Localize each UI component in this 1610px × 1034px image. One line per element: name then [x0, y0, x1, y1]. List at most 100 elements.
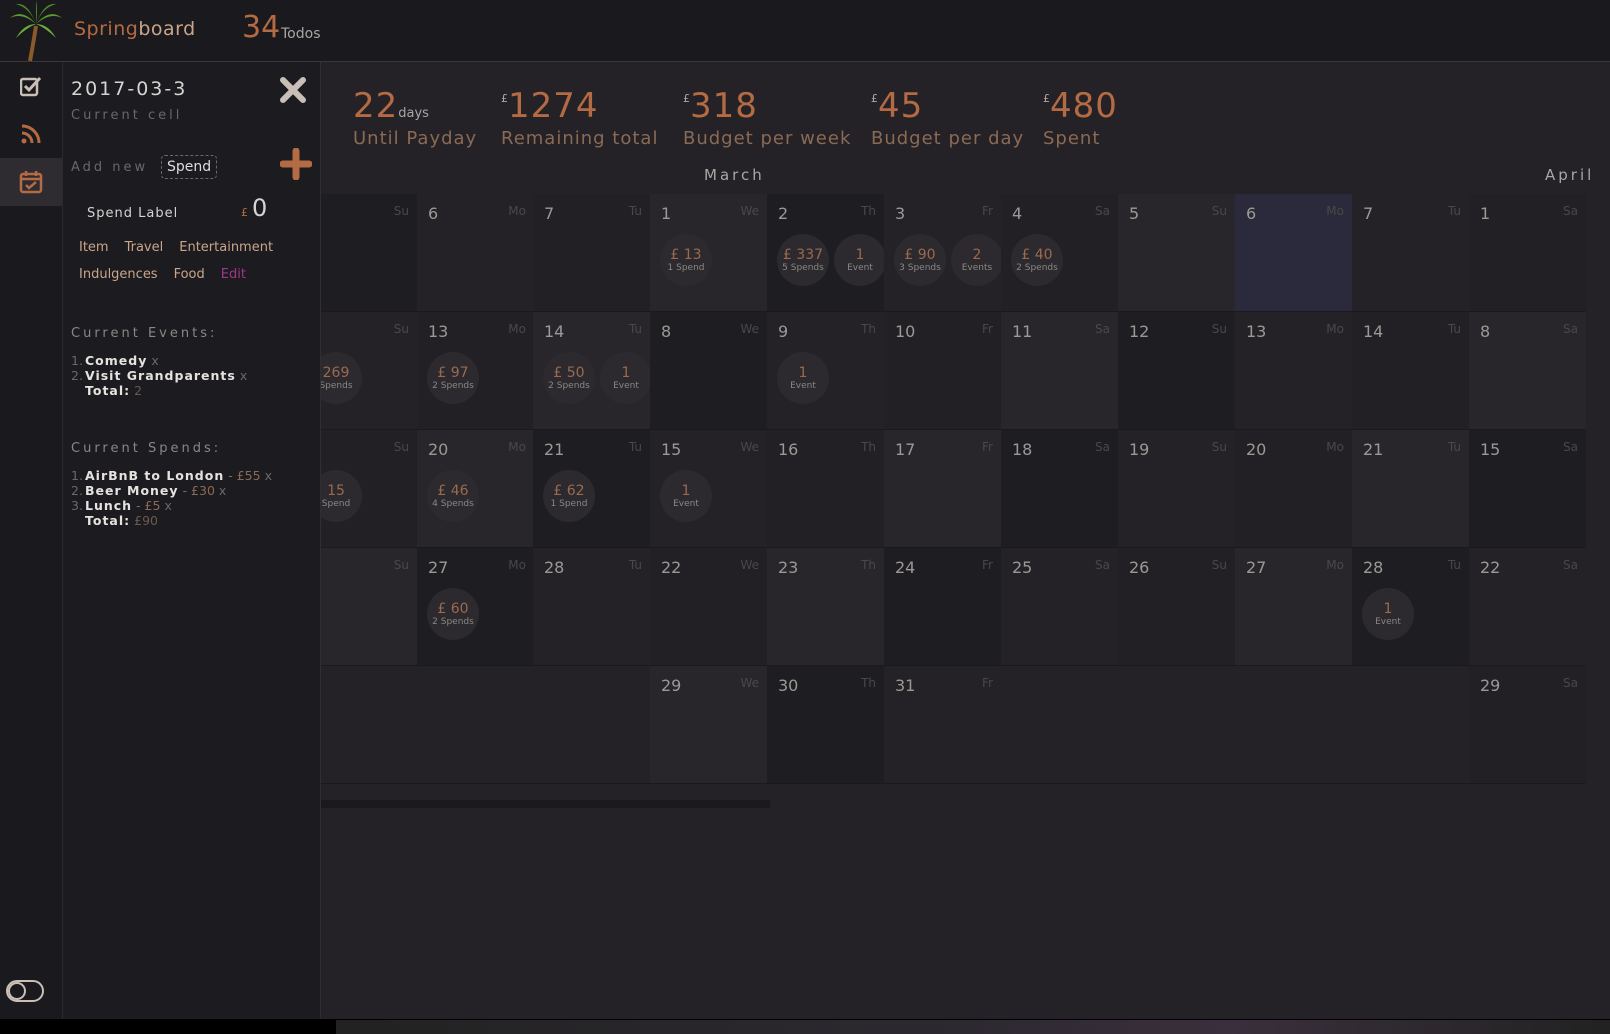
calendar-cell[interactable]: 26 Su	[1118, 548, 1235, 666]
nav-calendar[interactable]	[0, 158, 62, 206]
calendar-cell[interactable]: 3 Fr £ 90 3 Spends 2 Events	[884, 194, 1003, 312]
calendar-cell[interactable]: 13 Mo	[1235, 312, 1352, 430]
spend-total-bubble[interactable]: £ 60 2 Spends	[427, 588, 479, 640]
calendar-cell[interactable]: 15 Sa	[1469, 430, 1586, 548]
event-count-bubble[interactable]: 1 Event	[1362, 588, 1414, 640]
spend-total-bubble[interactable]: 15 Spend	[321, 470, 362, 522]
calendar-cell[interactable]: 27 Mo £ 60 2 Spends	[417, 548, 534, 666]
remove-spend-button[interactable]: x	[164, 498, 171, 513]
calendar-cell[interactable]: 12 Su	[1118, 312, 1235, 430]
calendar-cell[interactable]: 1 Sa	[1469, 194, 1586, 312]
category-indulgences[interactable]: Indulgences	[79, 267, 158, 282]
current-cell-date: 2017-03-3	[71, 78, 188, 100]
horizontal-scrollbar[interactable]	[321, 800, 770, 808]
spend-total-bubble[interactable]: 269 Spends	[321, 352, 362, 404]
category-entertainment[interactable]: Entertainment	[179, 240, 273, 255]
calendar-cell[interactable]: 14 Tu	[1352, 312, 1469, 430]
calendar-cell[interactable]: Su 269 Spends	[321, 312, 417, 430]
day-number: 1	[1480, 204, 1491, 223]
calendar-cell[interactable]: 6 Mo	[1235, 194, 1352, 312]
calendar-cell[interactable]: 4 Sa £ 40 2 Spends	[1001, 194, 1118, 312]
calendar-cell[interactable]: Su	[321, 194, 417, 312]
current-events-list: 1. Comedy x 2. Visit Grandparents x Total: 2	[71, 353, 247, 398]
calendar-cell[interactable]: 5Su	[1118, 194, 1235, 312]
todo-count[interactable]: 34	[242, 10, 280, 45]
calendar-cell[interactable]: 22 We	[650, 548, 767, 666]
calendar-cell[interactable]: 22 Sa	[1469, 548, 1586, 666]
calendar-cell[interactable]: 2 Th £ 337 5 Spends 1 Event	[767, 194, 886, 312]
edit-categories-link[interactable]: Edit	[221, 267, 246, 282]
nav-feed[interactable]	[0, 110, 62, 158]
calendar-cell[interactable]: 28 Tu	[533, 548, 650, 666]
calendar-cell[interactable]: 8 We	[650, 312, 767, 430]
remove-spend-button[interactable]: x	[219, 483, 226, 498]
calendar-cell[interactable]: 11 Sa	[1001, 312, 1118, 430]
calendar-cell[interactable]: 7 Tu	[533, 194, 650, 312]
calendar-cell[interactable]: 21 Tu £ 62 1 Spend	[533, 430, 650, 548]
category-travel[interactable]: Travel	[125, 240, 164, 255]
event-count-bubble[interactable]: 1 Event	[600, 352, 652, 404]
calendar-cell[interactable]: 30 Th	[767, 666, 884, 784]
calendar-cell[interactable]: 29 Sa	[1469, 666, 1586, 784]
event-count-bubble[interactable]: 1 Event	[834, 234, 886, 286]
calendar-cell[interactable]: 20 Mo £ 46 4 Spends	[417, 430, 534, 548]
checkbox-icon	[20, 76, 42, 97]
toggle-icon[interactable]	[6, 980, 44, 1002]
calendar-cell[interactable]: 8 Sa	[1469, 312, 1586, 430]
calendar-cell[interactable]: 19 Su	[1118, 430, 1235, 548]
remove-event-button[interactable]: x	[240, 368, 247, 383]
calendar-cell[interactable]: 24 Fr	[884, 548, 1001, 666]
amount-input[interactable]: 0	[252, 194, 267, 222]
calendar-cell[interactable]: 1 We £ 13 1 Spend	[650, 194, 767, 312]
day-number: 22	[661, 558, 682, 577]
remove-spend-button[interactable]: x	[265, 468, 272, 483]
calendar-cell[interactable]: 13 Mo £ 97 2 Spends	[417, 312, 534, 430]
add-icon[interactable]	[280, 148, 312, 180]
add-new-type-toggle[interactable]: Spend	[161, 155, 218, 179]
calendar-cell[interactable]: 21 Tu	[1352, 430, 1469, 548]
calendar-cell[interactable]: 15 We 1 Event	[650, 430, 767, 548]
category-food[interactable]: Food	[174, 267, 205, 282]
spend-label-input[interactable]: Spend Label	[87, 206, 178, 221]
spend-total-bubble[interactable]: £ 337 5 Spends	[777, 234, 829, 286]
day-number: 29	[1480, 676, 1501, 695]
nav-todos[interactable]	[0, 62, 62, 110]
calendar-cell[interactable]: 10 Fr	[884, 312, 1001, 430]
calendar-cell[interactable]: 28 Tu 1 Event	[1352, 548, 1469, 666]
calendar-cell[interactable]: 17 Fr	[884, 430, 1001, 548]
calendar-cell[interactable]: 31 Fr	[884, 666, 1001, 784]
category-item[interactable]: Item	[79, 240, 109, 255]
calendar-cell[interactable]: 7 Tu	[1352, 194, 1469, 312]
calendar-cell[interactable]: 6 Mo	[417, 194, 534, 312]
spend-total-bubble[interactable]: £ 97 2 Spends	[427, 352, 479, 404]
calendar-cell[interactable]: 16 Th	[767, 430, 884, 548]
bubble-caption: 2 Spends	[432, 380, 474, 391]
weekday-label: Su	[1211, 558, 1227, 572]
spend-total-bubble[interactable]: £ 62 1 Spend	[543, 470, 595, 522]
remove-event-button[interactable]: x	[151, 353, 158, 368]
event-count-bubble[interactable]: 2 Events	[951, 234, 1003, 286]
event-count-bubble[interactable]: 1 Event	[777, 352, 829, 404]
calendar-cell[interactable]: 14 Tu £ 50 2 Spends 1 Event	[533, 312, 652, 430]
calendar-cell[interactable]: 27 Mo	[1235, 548, 1352, 666]
calendar-cell[interactable]: 5Su	[321, 548, 417, 666]
spend-total-bubble[interactable]: £ 13 1 Spend	[660, 234, 712, 286]
bubble-caption: 2 Spends	[432, 616, 474, 627]
bubble-value: 15	[327, 482, 345, 499]
weekday-label: Su	[393, 322, 409, 336]
calendar-cell[interactable]: 23 Th	[767, 548, 884, 666]
event-count-bubble[interactable]: 1 Event	[660, 470, 712, 522]
spend-total-bubble[interactable]: £ 50 2 Spends	[543, 352, 595, 404]
calendar-cell[interactable]: Su 15 Spend	[321, 430, 417, 548]
calendar-cell[interactable]: 20 Mo	[1235, 430, 1352, 548]
spend-total-bubble[interactable]: £ 46 4 Spends	[427, 470, 479, 522]
calendar-cell[interactable]: 9 Th 1 Event	[767, 312, 884, 430]
calendar-cell[interactable]: 29 We	[650, 666, 767, 784]
day-number: 8	[661, 322, 672, 341]
close-icon[interactable]	[279, 76, 307, 104]
app-name[interactable]: Springboard	[74, 18, 196, 40]
spend-total-bubble[interactable]: £ 40 2 Spends	[1011, 234, 1063, 286]
calendar-cell[interactable]: 18 Sa	[1001, 430, 1118, 548]
spend-total-bubble[interactable]: £ 90 3 Spends	[894, 234, 946, 286]
calendar-cell[interactable]: 25 Sa	[1001, 548, 1118, 666]
